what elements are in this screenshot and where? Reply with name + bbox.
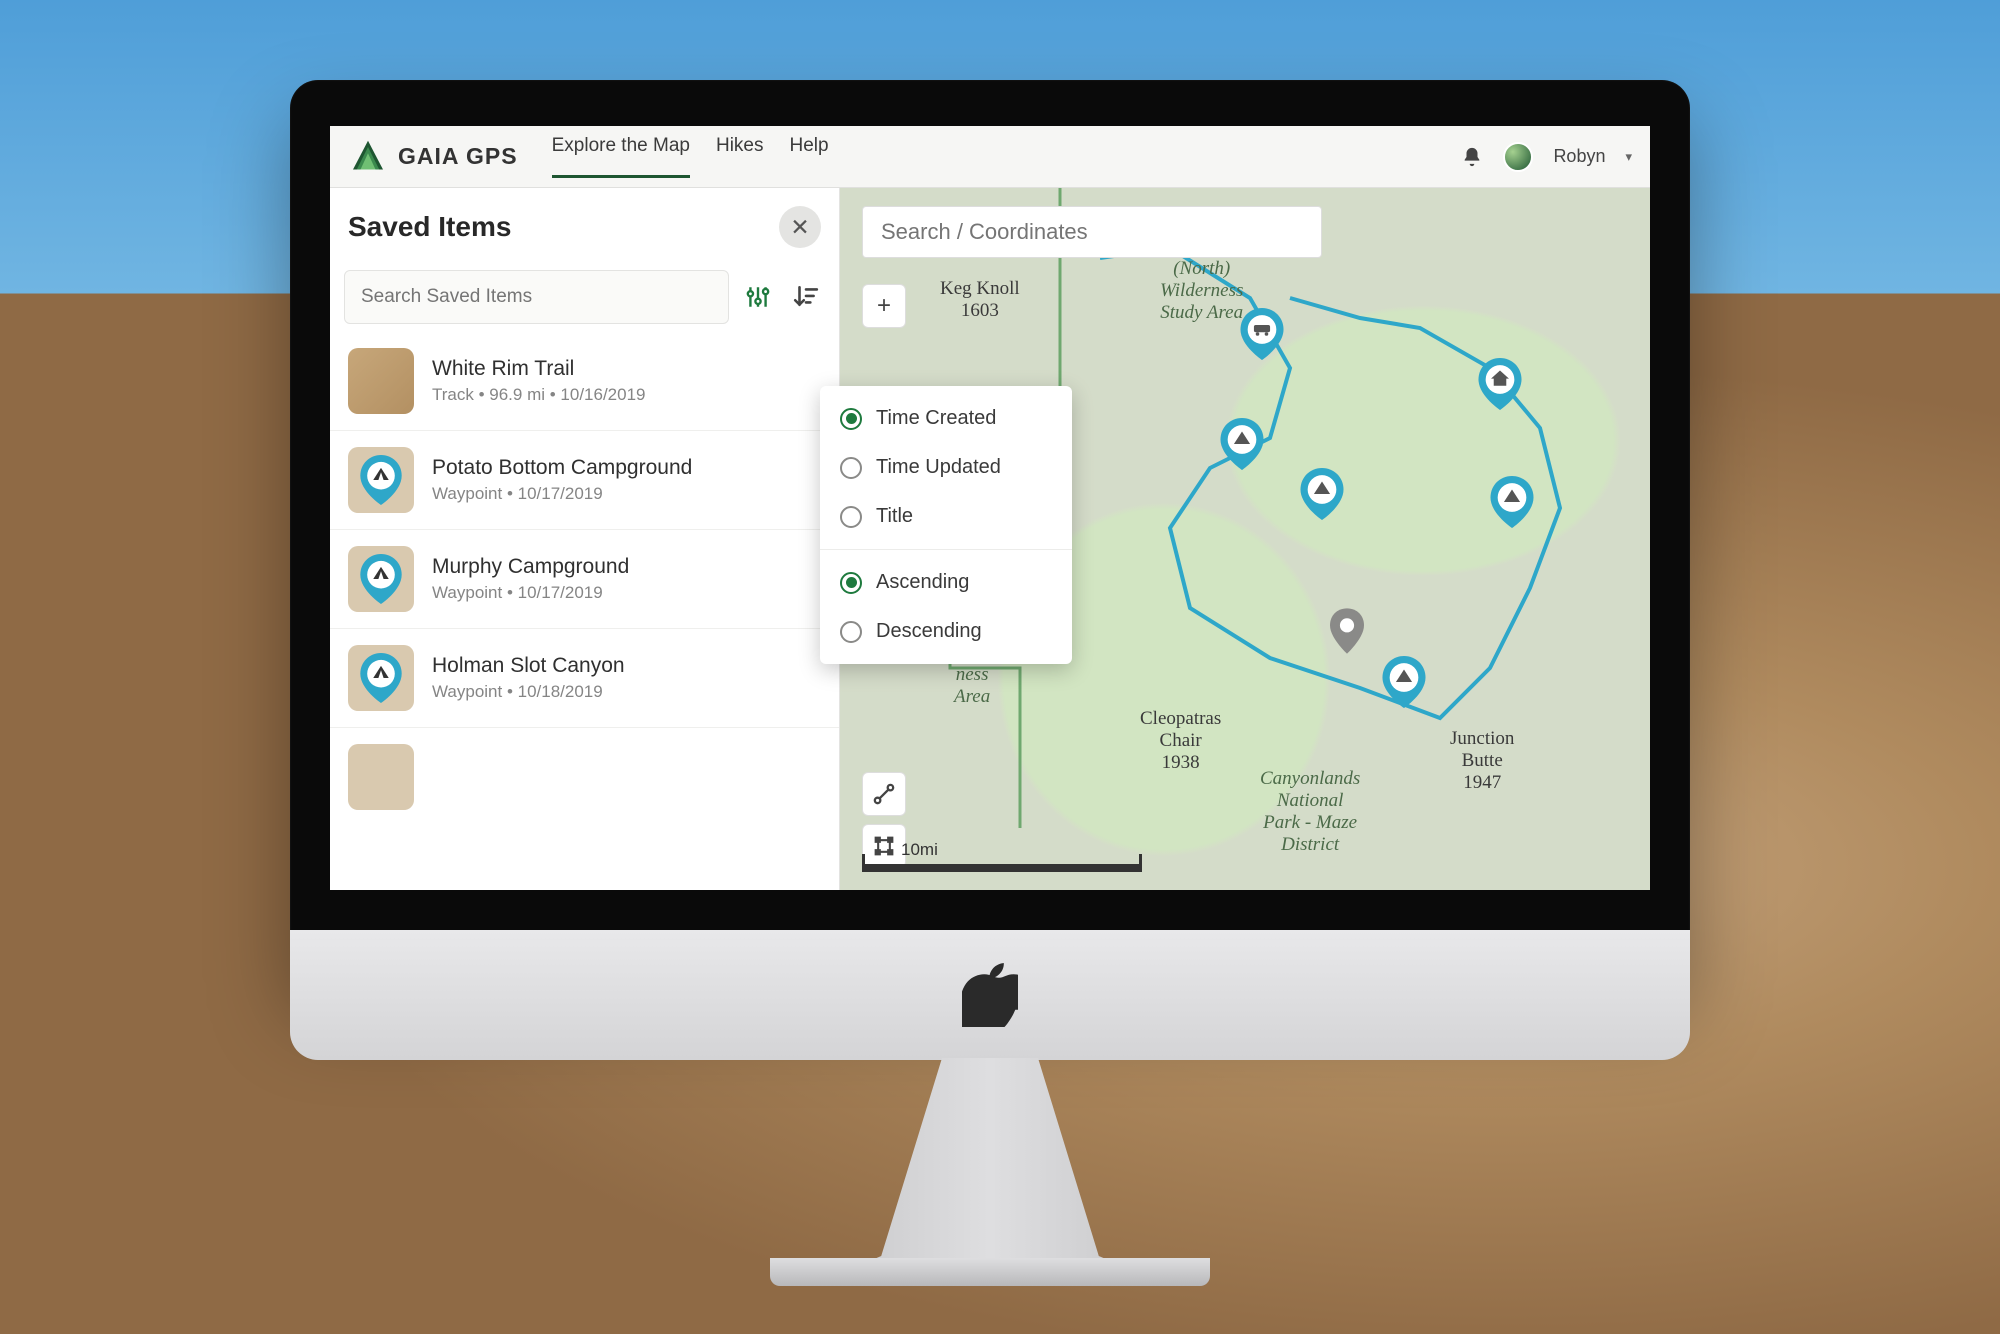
chevron-down-icon[interactable]: ▾ — [1625, 149, 1632, 165]
zoom-in-button[interactable]: + — [862, 284, 906, 328]
map-pin-tent[interactable] — [1220, 418, 1264, 470]
panel-header: Saved Items ✕ — [330, 188, 839, 262]
map-search-input[interactable] — [862, 206, 1322, 258]
radio-icon — [840, 457, 862, 479]
filter-button[interactable] — [739, 278, 777, 316]
nav-explore[interactable]: Explore the Map — [552, 135, 690, 178]
map-label-junction: JunctionButte1947 — [1450, 728, 1514, 794]
list-item-thumbnail — [348, 546, 414, 612]
map-label-canyonlands: CanyonlandsNationalPark - MazeDistrict — [1260, 768, 1360, 855]
saved-items-list[interactable]: White Rim Trail Track • 96.9 mi • 10/16/… — [330, 332, 839, 890]
monitor-chin — [290, 930, 1690, 1060]
scale-label: 10mi — [901, 840, 938, 860]
sort-label: Descending — [876, 620, 982, 643]
map-pin-tent[interactable] — [1382, 656, 1426, 708]
app-screen: GAIA GPS Explore the Map Hikes Help Roby… — [330, 126, 1650, 890]
tent-pin-icon — [360, 455, 402, 505]
tent-pin-icon — [360, 653, 402, 703]
header-right: Robyn ▾ — [1461, 142, 1632, 172]
user-name[interactable]: Robyn — [1553, 146, 1605, 167]
sort-time-created[interactable]: Time Created — [820, 394, 1072, 443]
list-item[interactable]: Murphy Campground Waypoint • 10/17/2019 — [330, 529, 839, 628]
sort-label: Ascending — [876, 571, 969, 594]
tent-pin-icon — [360, 554, 402, 604]
sliders-icon — [745, 284, 771, 310]
list-item-title: Murphy Campground — [432, 555, 629, 579]
list-item[interactable] — [330, 727, 839, 826]
brand-logo[interactable]: GAIA GPS — [348, 137, 518, 177]
sort-time-updated[interactable]: Time Updated — [820, 443, 1072, 492]
sort-label: Title — [876, 505, 913, 528]
map-pin-car[interactable] — [1240, 308, 1284, 360]
user-avatar[interactable] — [1503, 142, 1533, 172]
close-icon: ✕ — [790, 214, 809, 241]
scale-bar: 10mi — [862, 842, 1142, 872]
nav-help[interactable]: Help — [789, 135, 828, 178]
list-item-thumbnail — [348, 645, 414, 711]
gaia-logo-icon — [348, 137, 388, 177]
saved-items-search-input[interactable] — [344, 270, 729, 324]
list-item-meta: Waypoint • 10/18/2019 — [432, 682, 625, 702]
header-bar: GAIA GPS Explore the Map Hikes Help Roby… — [330, 126, 1650, 188]
panel-title: Saved Items — [348, 211, 511, 243]
nav-hikes[interactable]: Hikes — [716, 135, 764, 178]
plus-icon: + — [877, 292, 891, 320]
sort-icon — [793, 284, 819, 310]
sort-descending[interactable]: Descending — [820, 607, 1072, 656]
list-item-title: Holman Slot Canyon — [432, 654, 625, 678]
list-item-thumbnail — [348, 348, 414, 414]
map-pin-tent[interactable] — [1490, 476, 1534, 528]
apple-logo-icon — [962, 963, 1018, 1027]
sidebar-panel: Saved Items ✕ White Rim Trail — [330, 188, 840, 890]
sidebar-search-row — [330, 262, 839, 332]
close-button[interactable]: ✕ — [779, 206, 821, 248]
list-item[interactable]: White Rim Trail Track • 96.9 mi • 10/16/… — [330, 332, 839, 430]
sort-menu: Time Created Time Updated Title Ascendin… — [820, 386, 1072, 664]
list-item[interactable]: Holman Slot Canyon Waypoint • 10/18/2019 — [330, 628, 839, 727]
monitor-base — [770, 1258, 1210, 1286]
map-tool-column: + — [862, 284, 906, 328]
radio-icon — [840, 621, 862, 643]
sort-label: Time Created — [876, 407, 996, 430]
map-label-wilderness2: nessArea — [954, 664, 990, 708]
notification-bell-icon[interactable] — [1461, 145, 1483, 169]
radio-icon — [840, 572, 862, 594]
sort-title[interactable]: Title — [820, 492, 1072, 541]
sort-label: Time Updated — [876, 456, 1001, 479]
route-tool-button[interactable] — [862, 772, 906, 816]
map-label-wilderness: (North)WildernessStudy Area — [1160, 258, 1243, 324]
map-label-keg: Keg Knoll1603 — [940, 278, 1020, 322]
radio-icon — [840, 408, 862, 430]
list-item-thumbnail — [348, 447, 414, 513]
map-pin-house[interactable] — [1478, 358, 1522, 410]
list-item-meta: Track • 96.9 mi • 10/16/2019 — [432, 385, 646, 405]
top-nav: Explore the Map Hikes Help — [552, 135, 829, 178]
map-marker-icon[interactable] — [1330, 608, 1364, 654]
list-item-thumbnail — [348, 744, 414, 810]
route-icon — [873, 783, 895, 805]
list-item-meta: Waypoint • 10/17/2019 — [432, 583, 629, 603]
list-item-title: White Rim Trail — [432, 357, 646, 381]
sort-ascending[interactable]: Ascending — [820, 558, 1072, 607]
list-item[interactable]: Potato Bottom Campground Waypoint • 10/1… — [330, 430, 839, 529]
radio-icon — [840, 506, 862, 528]
list-item-title: Potato Bottom Campground — [432, 456, 692, 480]
map-pin-tent[interactable] — [1300, 468, 1344, 520]
sort-button[interactable] — [787, 278, 825, 316]
map-label-cleopatra: CleopatrasChair1938 — [1140, 708, 1221, 774]
list-item-meta: Waypoint • 10/17/2019 — [432, 484, 692, 504]
brand-name: GAIA GPS — [398, 143, 518, 170]
